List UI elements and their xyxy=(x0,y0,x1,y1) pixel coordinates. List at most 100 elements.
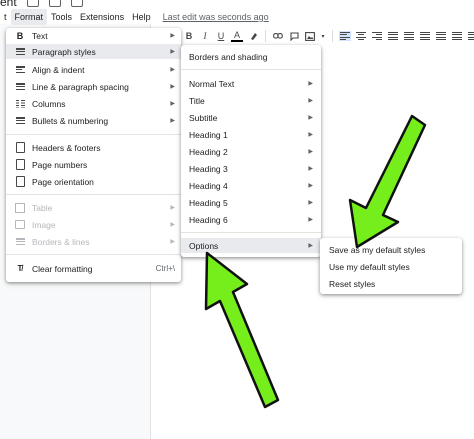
menu-divider xyxy=(181,232,321,233)
text-color-button[interactable]: A xyxy=(231,30,243,42)
style-subtitle[interactable]: Subtitle ▶ xyxy=(181,110,321,125)
chevron-right-icon: ▶ xyxy=(308,149,313,155)
menu-item-clear-formatting[interactable]: T̸ Clear formatting Ctrl+\ xyxy=(6,261,181,276)
chevron-right-icon: ▶ xyxy=(308,166,313,172)
menubar: t Format Tools Extensions Help Last edit… xyxy=(0,9,273,25)
shortcut-label: Ctrl+\ xyxy=(155,264,175,273)
style-heading-5[interactable]: Heading 5 ▶ xyxy=(181,195,321,210)
menu-item-page-numbers[interactable]: Page numbers xyxy=(6,157,181,172)
paragraph-icon xyxy=(15,47,25,57)
image-icon xyxy=(15,220,25,230)
menu-tools[interactable]: Tools xyxy=(47,9,76,25)
menu-help[interactable]: Help xyxy=(128,9,155,25)
last-edit-link[interactable]: Last edit was seconds ago xyxy=(159,9,273,25)
style-heading-6[interactable]: Heading 6 ▶ xyxy=(181,212,321,227)
menu-item-bullets[interactable]: Bullets & numbering ▶ xyxy=(6,113,181,128)
italic-button[interactable]: I xyxy=(199,30,211,42)
chevron-right-icon: ▶ xyxy=(308,243,313,249)
chevron-right-icon: ▶ xyxy=(170,222,175,228)
menu-item-label: Paragraph styles xyxy=(32,46,96,57)
chevron-right-icon: ▶ xyxy=(170,84,175,90)
option-use-default-styles[interactable]: Use my default styles xyxy=(320,259,462,274)
chevron-right-icon: ▶ xyxy=(308,132,313,138)
style-heading-3[interactable]: Heading 3 ▶ xyxy=(181,161,321,176)
menu-item-paragraph-styles[interactable]: Paragraph styles ▶ xyxy=(6,44,181,59)
menu-extensions[interactable]: Extensions xyxy=(76,9,128,25)
highlight-icon[interactable] xyxy=(247,30,259,42)
align-right-icon[interactable] xyxy=(371,30,383,42)
insert-image-icon[interactable] xyxy=(304,30,316,42)
menu-item-text[interactable]: B Text ▶ xyxy=(6,28,181,43)
style-title[interactable]: Title ▶ xyxy=(181,93,321,108)
menu-item-options[interactable]: Options ▶ xyxy=(181,238,321,253)
menu-item-line-spacing[interactable]: Line & paragraph spacing ▶ xyxy=(6,79,181,94)
bold-icon: B xyxy=(16,30,24,41)
menu-item-label: Headers & footers xyxy=(32,142,101,153)
bold-button[interactable]: B xyxy=(183,30,195,42)
style-normal-text[interactable]: Normal Text ▶ xyxy=(181,76,321,91)
menu-item-align-indent[interactable]: Align & indent ▶ xyxy=(6,62,181,77)
menu-item-table: Table ▶ xyxy=(6,200,181,215)
move-icon[interactable] xyxy=(48,0,61,7)
menu-item-label: Image xyxy=(32,219,56,230)
menu-item-label: Heading 2 xyxy=(189,146,228,157)
menu-item-label: Table xyxy=(32,202,53,213)
format-menu: B Text ▶ Paragraph styles ▶ Align & inde… xyxy=(6,28,181,282)
align-left-icon[interactable] xyxy=(339,30,351,42)
option-save-default-styles[interactable]: Save as my default styles xyxy=(320,242,462,257)
style-heading-4[interactable]: Heading 4 ▶ xyxy=(181,178,321,193)
menu-divider xyxy=(6,254,181,255)
option-reset-styles[interactable]: Reset styles xyxy=(320,276,462,291)
menu-item-label: Bullets & numbering xyxy=(32,115,109,126)
menu-item-label: Borders & lines xyxy=(32,236,90,247)
style-heading-1[interactable]: Heading 1 ▶ xyxy=(181,127,321,142)
menu-item-borders-lines: Borders & lines ▶ xyxy=(6,234,181,249)
dropdown-caret-icon[interactable]: ▾ xyxy=(320,30,326,42)
menu-item-label: Columns xyxy=(32,98,66,109)
menu-insert[interactable]: t xyxy=(0,9,11,25)
chevron-right-icon: ▶ xyxy=(170,49,175,55)
menu-item-label: Options xyxy=(189,240,219,251)
checklist-icon[interactable] xyxy=(419,30,431,42)
menu-item-label: Heading 6 xyxy=(189,214,228,225)
page-orientation-icon xyxy=(15,176,25,187)
underline-button[interactable]: U xyxy=(215,30,227,42)
menu-item-label: Save as my default styles xyxy=(329,244,426,255)
menu-item-image: Image ▶ xyxy=(6,217,181,232)
menu-item-label: Normal Text xyxy=(189,78,235,89)
menu-item-label: Title xyxy=(189,95,205,106)
chevron-right-icon: ▶ xyxy=(308,115,313,121)
page-number-icon xyxy=(15,159,25,170)
link-icon[interactable] xyxy=(272,30,284,42)
menu-item-borders-shading[interactable]: Borders and shading xyxy=(181,49,321,64)
menu-item-columns[interactable]: Columns ▶ xyxy=(6,96,181,111)
menu-item-label: Clear formatting xyxy=(32,263,93,274)
align-justify-icon[interactable] xyxy=(387,30,399,42)
menu-item-page-orientation[interactable]: Page orientation xyxy=(6,174,181,189)
menu-item-label: Heading 1 xyxy=(189,129,228,140)
cloud-status-icon xyxy=(70,0,83,7)
toolbar-divider xyxy=(332,30,333,42)
decrease-indent-icon[interactable] xyxy=(467,30,474,42)
chevron-right-icon: ▶ xyxy=(170,101,175,107)
menu-item-headers-footers[interactable]: Headers & footers xyxy=(6,140,181,155)
numbered-list-icon[interactable] xyxy=(451,30,463,42)
toolbar: B I U A ▾ xyxy=(183,28,474,44)
menu-item-label: Page numbers xyxy=(32,159,88,170)
menu-item-label: Borders and shading xyxy=(189,51,268,62)
style-heading-2[interactable]: Heading 2 ▶ xyxy=(181,144,321,159)
chevron-right-icon: ▶ xyxy=(308,217,313,223)
comment-icon[interactable] xyxy=(288,30,300,42)
line-spacing-icon[interactable] xyxy=(403,30,415,42)
menu-item-label: Use my default styles xyxy=(329,261,410,272)
table-icon xyxy=(15,202,25,213)
align-center-icon[interactable] xyxy=(355,30,367,42)
star-icon[interactable] xyxy=(26,0,39,7)
clear-formatting-icon: T̸ xyxy=(17,264,23,273)
bulleted-list-icon[interactable] xyxy=(435,30,447,42)
doc-title[interactable]: ent xyxy=(0,0,17,9)
menu-item-label: Subtitle xyxy=(189,112,218,123)
menu-format[interactable]: Format xyxy=(10,9,48,25)
menu-item-label: Text xyxy=(32,30,48,41)
paragraph-styles-menu: Borders and shading Normal Text ▶ Title … xyxy=(181,45,321,257)
